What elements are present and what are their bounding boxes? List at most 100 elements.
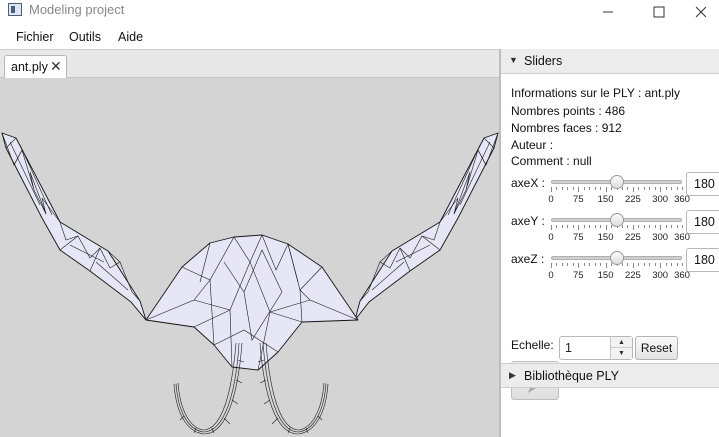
sliders-pane-header[interactable]: ▼ Sliders bbox=[501, 49, 719, 74]
tick-mark bbox=[638, 225, 640, 228]
echelle-value[interactable]: 1 bbox=[565, 341, 572, 355]
tick-mark bbox=[572, 263, 574, 266]
tick-label: 75 bbox=[572, 194, 584, 205]
tick-mark bbox=[643, 187, 645, 190]
axe-z-value-field[interactable]: 180 bbox=[686, 248, 719, 272]
tick-mark bbox=[665, 187, 667, 190]
tick-mark bbox=[572, 187, 574, 190]
tab-label: ant.ply bbox=[11, 60, 48, 74]
tick-mark bbox=[567, 225, 569, 228]
reset-button[interactable]: Reset bbox=[635, 336, 678, 360]
tick-label: 300 bbox=[652, 194, 669, 205]
tick-label: 150 bbox=[597, 232, 614, 243]
tick-mark bbox=[561, 225, 563, 228]
close-icon bbox=[695, 6, 707, 18]
tick-mark bbox=[638, 263, 640, 266]
tick-mark bbox=[556, 187, 558, 190]
tick-mark bbox=[632, 187, 634, 192]
tick-mark bbox=[605, 187, 607, 192]
library-pane-title: Bibliothèque PLY bbox=[524, 369, 619, 383]
sliders-pane-title: Sliders bbox=[524, 54, 563, 68]
model-viewport[interactable] bbox=[0, 78, 500, 437]
tick-label: 225 bbox=[624, 194, 641, 205]
close-window-button[interactable] bbox=[678, 0, 719, 24]
axe-x-label: axeX : bbox=[511, 176, 546, 190]
tab-ant-ply[interactable]: ant.ply ✕ bbox=[4, 55, 67, 79]
spinner-down-icon[interactable]: ▼ bbox=[611, 348, 632, 359]
axe-z-label: axeZ : bbox=[511, 252, 545, 266]
tick-label: 0 bbox=[548, 194, 554, 205]
tick-mark bbox=[578, 263, 580, 268]
axe-x-value-field[interactable]: 180 bbox=[686, 172, 719, 196]
author-label: Auteur : bbox=[511, 138, 554, 152]
menu-aide[interactable]: Aide bbox=[118, 30, 143, 44]
faces-count: Nombres faces : 912 bbox=[511, 121, 622, 135]
tick-label: 225 bbox=[624, 270, 641, 281]
axe-y-label: axeY : bbox=[511, 214, 545, 228]
tick-mark bbox=[638, 187, 640, 190]
tick-label: 150 bbox=[597, 194, 614, 205]
tick-mark bbox=[676, 225, 678, 228]
tick-mark bbox=[594, 263, 596, 266]
tick-mark bbox=[589, 187, 591, 190]
tick-mark bbox=[649, 187, 651, 190]
minimize-button[interactable] bbox=[585, 0, 631, 24]
tick-label: 150 bbox=[597, 270, 614, 281]
axe-y-value-field[interactable]: 180 bbox=[686, 210, 719, 234]
tick-mark bbox=[605, 263, 607, 268]
tick-mark bbox=[583, 187, 585, 190]
tick-mark bbox=[594, 187, 596, 190]
tick-mark bbox=[621, 263, 623, 266]
menu-fichier[interactable]: Fichier bbox=[16, 30, 54, 44]
tick-mark bbox=[632, 263, 634, 268]
tick-mark bbox=[556, 263, 558, 266]
tab-close-icon[interactable]: ✕ bbox=[50, 58, 62, 75]
collapsed-arrow-icon: ▶ bbox=[509, 370, 516, 380]
echelle-label: Echelle: bbox=[511, 338, 554, 352]
spinner-up-icon[interactable]: ▲ bbox=[611, 337, 632, 348]
menu-bar: Fichier Outils Aide bbox=[0, 26, 719, 48]
tick-mark bbox=[551, 263, 552, 268]
side-panel: ▼ Sliders Informations sur le PLY : ant.… bbox=[501, 49, 719, 437]
axe-z-slider-thumb[interactable] bbox=[609, 251, 624, 265]
tick-mark bbox=[583, 225, 585, 228]
tick-mark bbox=[649, 225, 651, 228]
tick-mark bbox=[632, 225, 634, 230]
tick-mark bbox=[649, 263, 651, 266]
expanded-arrow-icon: ▼ bbox=[509, 55, 518, 65]
tick-mark bbox=[627, 263, 629, 266]
tick-mark bbox=[567, 187, 569, 190]
tick-mark bbox=[682, 225, 683, 228]
tick-label: 300 bbox=[652, 270, 669, 281]
tick-mark bbox=[583, 263, 585, 266]
tick-mark bbox=[643, 263, 645, 266]
tick-mark bbox=[589, 263, 591, 266]
axe-x-slider-thumb[interactable] bbox=[609, 175, 624, 189]
tab-bar: ant.ply ✕ bbox=[0, 49, 500, 79]
tick-label: 75 bbox=[572, 270, 584, 281]
tick-mark bbox=[561, 263, 563, 266]
tick-label: 0 bbox=[548, 270, 554, 281]
tick-mark bbox=[671, 263, 673, 266]
minimize-icon bbox=[603, 11, 613, 13]
tick-mark bbox=[654, 187, 656, 190]
tick-mark bbox=[671, 225, 673, 228]
axe-y-slider-thumb[interactable] bbox=[609, 213, 624, 227]
tick-mark bbox=[665, 263, 667, 266]
tick-mark bbox=[556, 225, 558, 228]
echelle-spinner[interactable]: 1 ▲ ▼ bbox=[559, 336, 633, 360]
tick-label: 300 bbox=[652, 232, 669, 243]
menu-outils[interactable]: Outils bbox=[69, 30, 101, 44]
ant-model-render bbox=[1, 132, 499, 435]
library-pane-header[interactable]: ▶ Bibliothèque PLY bbox=[501, 363, 719, 388]
tick-mark bbox=[654, 225, 656, 228]
maximize-icon bbox=[653, 6, 665, 18]
maximize-button[interactable] bbox=[636, 0, 682, 24]
tick-mark bbox=[643, 225, 645, 228]
tick-mark bbox=[600, 263, 602, 266]
tick-mark bbox=[572, 225, 574, 228]
tick-mark bbox=[561, 187, 563, 190]
tick-mark bbox=[621, 225, 623, 228]
tick-mark bbox=[567, 263, 569, 266]
tick-mark bbox=[551, 225, 552, 230]
